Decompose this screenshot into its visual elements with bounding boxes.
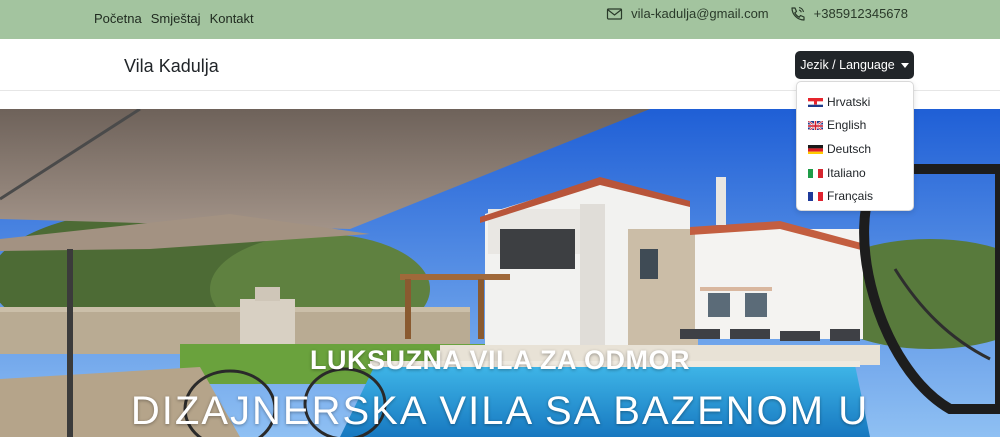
language-button-label: Jezik / Language — [800, 58, 895, 72]
email-link[interactable]: vila-kadulja@gmail.com — [631, 6, 768, 21]
germany-flag-icon — [808, 144, 823, 154]
italy-flag-icon — [808, 168, 823, 178]
nav-link-smjestaj[interactable]: Smještaj — [151, 11, 201, 26]
contact-info: vila-kadulja@gmail.com +385912345678 — [606, 6, 908, 21]
language-item-label: Hrvatski — [827, 94, 871, 109]
language-item-francais[interactable]: Français — [797, 184, 913, 208]
nav-link-pocetna[interactable]: Početna — [94, 11, 142, 26]
language-item-label: Français — [827, 189, 874, 204]
nav-link-kontakt[interactable]: Kontakt — [210, 11, 254, 26]
phone-icon — [789, 6, 806, 21]
language-dropdown-button[interactable]: Jezik / Language — [795, 51, 914, 79]
hero-title: DIZAJNERSKA VILA SA BAZENOM U — [130, 389, 870, 433]
language-item-label: Deutsch — [827, 141, 872, 156]
brand-name[interactable]: Vila Kadulja — [124, 56, 219, 77]
language-item-deutsch[interactable]: Deutsch — [797, 137, 913, 161]
hero-subtitle: LUKSUZNA VILA ZA ODMOR — [310, 345, 690, 375]
uk-flag-icon — [808, 120, 823, 131]
top-bar: Početna Smještaj Kontakt vila-kadulja@gm… — [0, 0, 1000, 39]
phone-link[interactable]: +385912345678 — [814, 6, 908, 21]
language-item-label: Italiano — [827, 165, 866, 180]
language-dropdown-menu: Hrvatski English Deutsch Italiano França… — [796, 81, 914, 211]
email-icon — [606, 6, 623, 21]
france-flag-icon — [808, 191, 823, 202]
language-item-label: English — [827, 118, 867, 133]
language-item-hrvatski[interactable]: Hrvatski — [797, 90, 913, 114]
caret-down-icon — [900, 62, 909, 68]
top-nav: Početna Smještaj Kontakt — [94, 11, 254, 26]
language-item-english[interactable]: English — [797, 114, 913, 138]
croatia-flag-icon — [808, 97, 823, 107]
language-item-italiano[interactable]: Italiano — [797, 161, 913, 185]
